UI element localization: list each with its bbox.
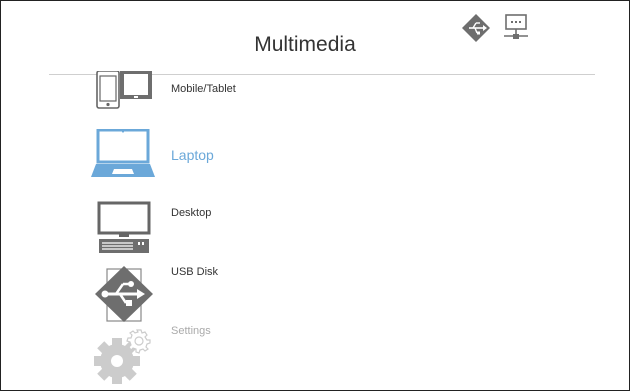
menu-item-label: Mobile/Tablet — [171, 83, 236, 95]
desktop-icon — [97, 201, 151, 253]
menu-item-label: USB Disk — [171, 266, 219, 278]
mobile-tablet-icon — [96, 71, 152, 109]
menu-item-laptop[interactable]: Laptop — [89, 129, 389, 189]
multimedia-screen: Multimedia Mobile/Tablet Laptop Desktop … — [0, 0, 630, 391]
settings-gear-icon — [94, 329, 151, 384]
laptop-icon — [91, 129, 155, 177]
menu-item-desktop[interactable]: Desktop — [89, 201, 389, 261]
menu-item-label: Desktop — [171, 207, 212, 219]
menu-item-settings[interactable]: Settings — [89, 323, 389, 384]
usb-disk-icon — [95, 266, 153, 322]
usb-diamond-icon — [462, 14, 490, 42]
menu-item-mobile-tablet[interactable]: Mobile/Tablet — [89, 71, 389, 131]
menu-item-label: Settings — [171, 325, 211, 337]
network-icon — [504, 14, 528, 39]
menu-item-usb-disk[interactable]: USB Disk — [89, 264, 389, 324]
menu-item-label: Laptop — [171, 147, 214, 163]
